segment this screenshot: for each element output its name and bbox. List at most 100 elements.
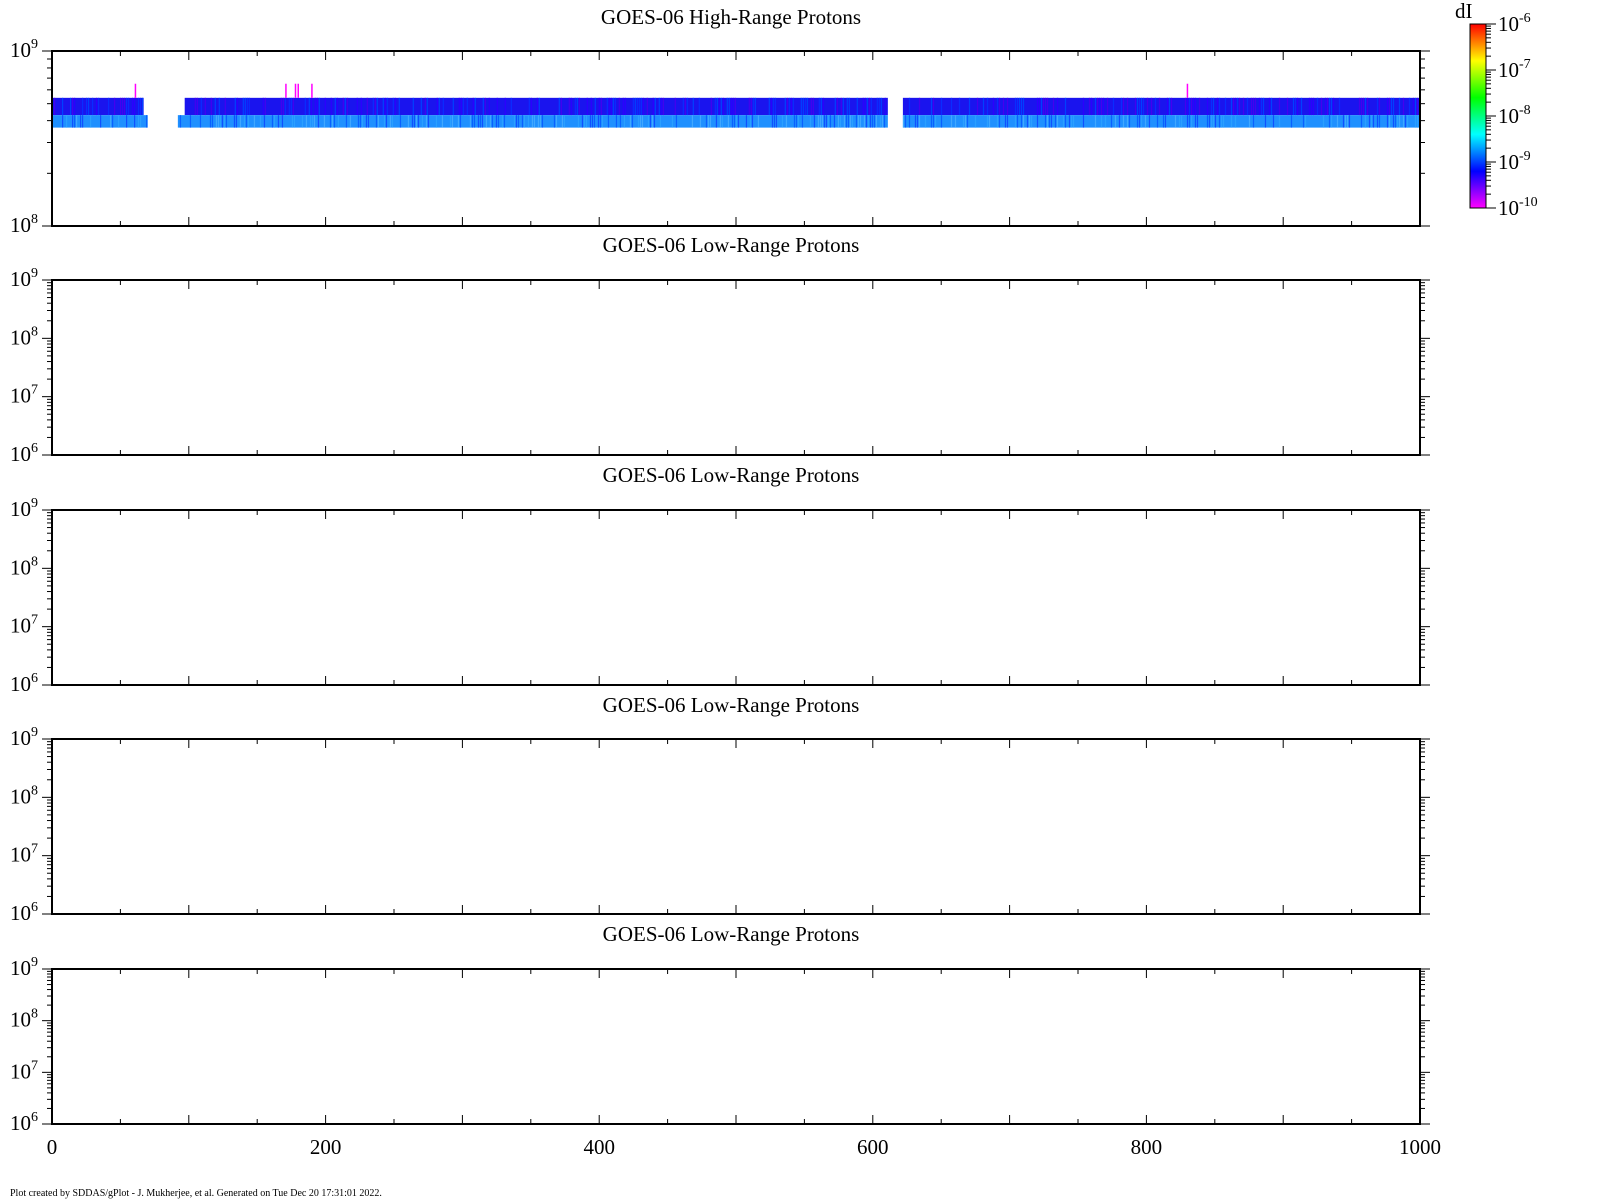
heatmap-cell <box>66 115 68 128</box>
heatmap-cell <box>389 115 392 128</box>
heatmap-cell <box>385 115 388 128</box>
heatmap-cell <box>1046 97 1049 116</box>
heatmap-cell <box>1236 97 1239 116</box>
y-tick-label: 108 <box>10 324 38 349</box>
heatmap-cell <box>86 97 88 116</box>
y-tick-label: 107 <box>10 383 38 408</box>
heatmap-cell <box>629 115 632 128</box>
heatmap-cell <box>284 97 286 116</box>
heatmap-cell <box>812 97 814 116</box>
heatmap-cell <box>940 115 943 128</box>
heatmap-cell <box>998 115 1001 128</box>
panel-4: GOES-06 Low-Range Protons 109 108 107 106 <box>10 693 1430 925</box>
heatmap-cell <box>1044 97 1047 116</box>
x-tick-label: 800 <box>1131 1135 1163 1159</box>
heatmap-cell <box>819 115 822 128</box>
heatmap-cell <box>720 97 722 116</box>
heatmap-cell <box>1414 115 1417 128</box>
heatmap-cell <box>622 97 624 116</box>
heatmap-cell <box>1248 115 1251 128</box>
heatmap-cell <box>855 115 858 128</box>
heatmap-cell <box>735 115 738 128</box>
heatmap-cell <box>591 115 594 128</box>
heatmap-cell <box>638 97 640 116</box>
heatmap-cell <box>82 97 84 116</box>
heatmap-cell <box>597 115 600 128</box>
heatmap-cell <box>70 97 72 116</box>
heatmap-cell <box>1082 97 1085 116</box>
heatmap-cell <box>851 115 854 128</box>
heatmap-cell <box>1360 97 1363 116</box>
heatmap-cell <box>1054 115 1057 128</box>
heatmap-cell <box>211 115 214 128</box>
heatmap-cell <box>1290 115 1293 128</box>
heatmap-cell <box>124 97 126 116</box>
heatmap-cell <box>640 97 642 116</box>
heatmap-cell <box>114 97 116 116</box>
heatmap-cell <box>1404 115 1407 128</box>
heatmap-cell <box>126 97 128 116</box>
heatmap-cell <box>98 97 100 116</box>
heatmap-cell <box>1110 115 1113 128</box>
heatmap-cell <box>536 97 538 116</box>
y-tick-label: 107 <box>10 842 38 867</box>
heatmap-cell <box>682 97 684 116</box>
heatmap-cell <box>992 97 995 116</box>
heatmap-cell <box>452 97 454 116</box>
heatmap-cell <box>651 115 654 128</box>
heatmap-cell <box>334 97 336 116</box>
heatmap-cell <box>1014 97 1017 116</box>
heatmap-segment <box>52 97 144 116</box>
heatmap-cell <box>784 97 786 116</box>
heatmap-cell <box>781 115 784 128</box>
heatmap-cell <box>634 97 636 116</box>
heatmap-cell <box>918 115 921 128</box>
heatmap-cell <box>1230 97 1233 116</box>
heatmap-cell <box>245 115 248 128</box>
heatmap-cell <box>82 115 84 128</box>
heatmap-cell <box>1186 115 1189 128</box>
heatmap-cell <box>1370 115 1373 128</box>
heatmap-cell <box>649 115 652 128</box>
x-tick-label: 600 <box>857 1135 889 1159</box>
heatmap-cell <box>314 97 316 116</box>
heatmap-cell <box>330 97 332 116</box>
heatmap-cell <box>608 97 610 116</box>
heatmap-cell <box>974 115 977 128</box>
heatmap-cell <box>1278 115 1281 128</box>
heatmap-cell <box>646 97 648 116</box>
heatmap-cell <box>879 115 882 128</box>
heatmap-cell <box>1056 97 1059 116</box>
heatmap-cell <box>1212 115 1215 128</box>
heatmap-cell <box>1402 115 1405 128</box>
heatmap-cell <box>1046 115 1049 128</box>
y-tick-label: 109 <box>10 496 38 521</box>
heatmap-cell <box>412 97 414 116</box>
heatmap-cell <box>810 97 812 116</box>
heatmap-cell <box>1312 97 1315 116</box>
heatmap-cell <box>1064 115 1067 128</box>
heatmap-cell <box>1174 115 1177 128</box>
heatmap-cell <box>770 97 772 116</box>
heatmap-cell <box>1028 115 1031 128</box>
heatmap-cell <box>883 115 886 128</box>
heatmap-cell <box>1020 97 1023 116</box>
heatmap-cell <box>1302 115 1305 128</box>
heatmap-cell <box>727 115 730 128</box>
heatmap-cell <box>1230 115 1233 128</box>
heatmap-cell <box>324 97 326 116</box>
heatmap-cell <box>376 97 378 116</box>
heatmap-cell <box>442 97 444 116</box>
heatmap-cell <box>859 115 862 128</box>
y-tick-label: 107 <box>10 1058 38 1083</box>
heatmap-cell <box>88 97 90 116</box>
heatmap-cell <box>950 115 953 128</box>
heatmap-cell <box>878 97 880 116</box>
heatmap-cell <box>134 97 136 116</box>
heatmap-cell <box>236 97 238 116</box>
heatmap-cell <box>1100 115 1103 128</box>
heatmap-cell <box>1140 97 1143 116</box>
heatmap-cell <box>366 97 368 116</box>
heatmap-cell <box>313 115 316 128</box>
heatmap-cell <box>1184 97 1187 116</box>
